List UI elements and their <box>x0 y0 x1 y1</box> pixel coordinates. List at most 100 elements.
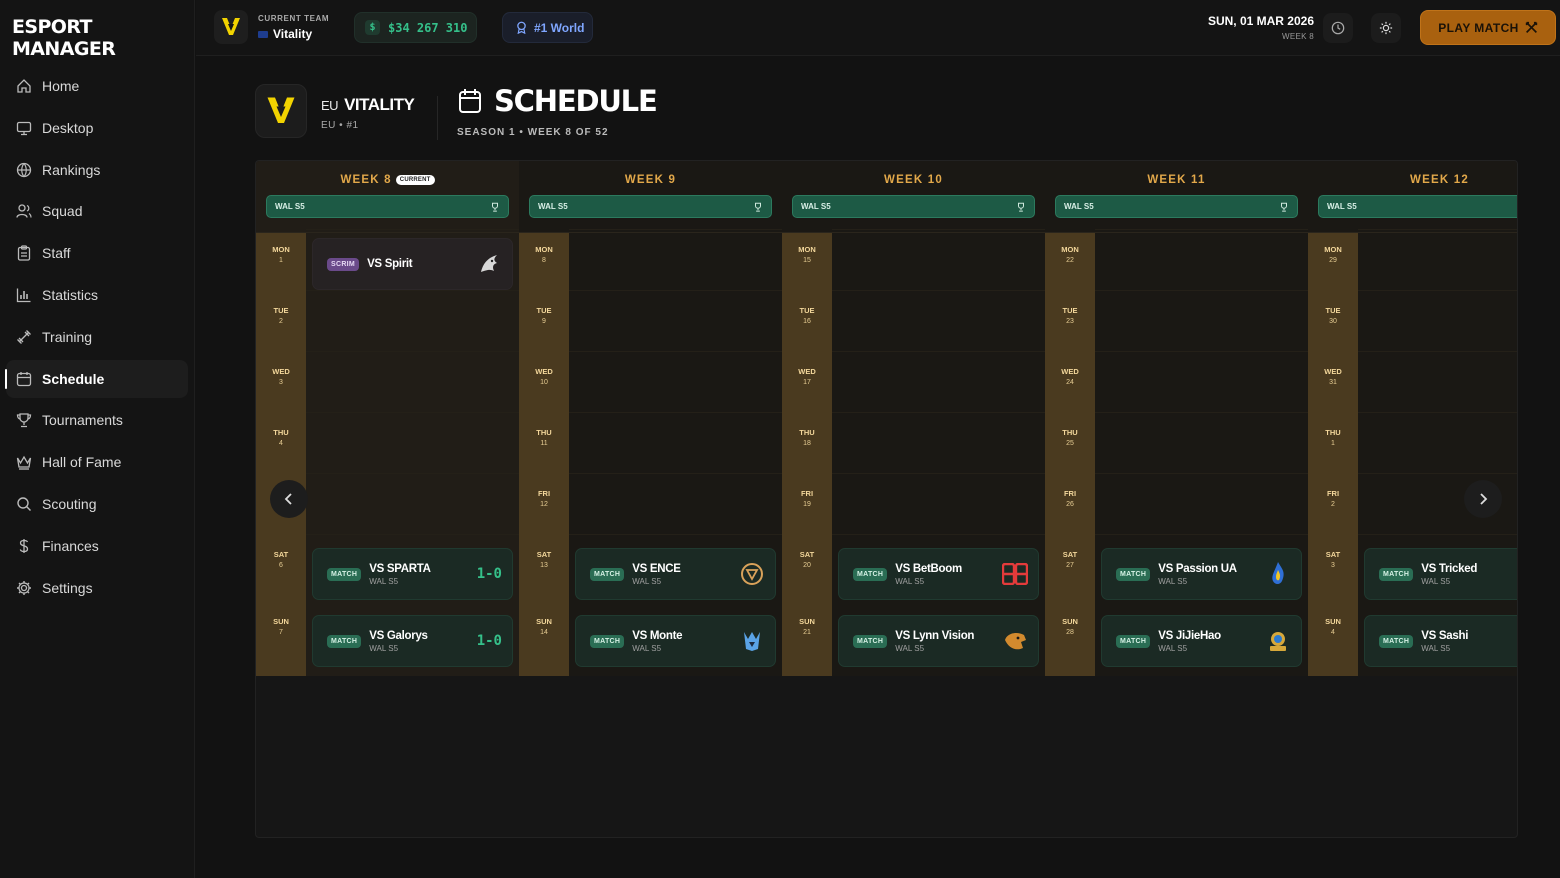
sidebar-item-schedule[interactable]: Schedule <box>5 359 188 398</box>
day-name: FRI <box>800 489 814 498</box>
day-label: THU 4 <box>256 428 306 447</box>
week-body[interactable]: MATCH VS BetBoom WAL S5 MATCH VS Lynn Vision… <box>832 229 1045 676</box>
sidebar-item-label: Home <box>42 78 80 94</box>
week-title-text: WEEK 10 <box>884 174 943 186</box>
sidebar-item-settings[interactable]: Settings <box>6 569 188 607</box>
day-number: 16 <box>803 318 811 325</box>
event-league: WAL S5 <box>1158 576 1188 586</box>
league-name: WAL S5 <box>801 202 831 211</box>
dumbbell-icon <box>16 329 32 345</box>
day-name: MON <box>272 245 290 254</box>
current-week-badge: CURRENT <box>395 174 435 185</box>
day-number: 30 <box>1329 318 1337 325</box>
match-event[interactable]: MATCH VS Tricked WAL S5 <box>1364 548 1517 600</box>
event-text: VS Galorys WAL S5 <box>369 630 476 653</box>
match-event[interactable]: MATCH VS ENCE WAL S5 <box>575 548 776 600</box>
theme-toggle-button[interactable] <box>1371 13 1401 43</box>
prev-weeks-button[interactable] <box>270 480 308 518</box>
app-logo[interactable]: ESPORT MANAGER <box>12 16 194 60</box>
week-body[interactable]: MATCH VS Tricked WAL S5 MATCH VS Sashi WAL S5 <box>1358 229 1517 676</box>
next-weeks-button[interactable] <box>1464 480 1502 518</box>
clock-button[interactable] <box>1323 13 1353 43</box>
sidebar-item-finances[interactable]: Finances <box>6 527 188 565</box>
current-week: WEEK 8 <box>1281 32 1314 41</box>
match-event[interactable]: MATCH VS SPARTA WAL S5 1-0 <box>312 548 513 600</box>
day-column: MON 8 TUE 9 WED 10 THU 11 FRI 12 SAT 13 SUN 14 <box>519 233 569 676</box>
scrim-event[interactable]: SCRIM VS Spirit <box>312 238 513 290</box>
page-title: SCHEDULE <box>494 84 658 118</box>
league-bar[interactable]: WAL S5 <box>266 195 509 218</box>
opponent-name: VS Sashi <box>1421 629 1469 642</box>
match-event[interactable]: MATCH VS Passion UA WAL S5 <box>1101 548 1302 600</box>
league-bar[interactable]: WAL S5 <box>529 195 772 218</box>
day-divider <box>306 229 519 230</box>
match-event[interactable]: MATCH VS JiJieHao WAL S5 <box>1101 615 1302 667</box>
day-divider <box>832 473 1045 474</box>
sidebar-item-label: Tournaments <box>42 412 123 429</box>
chevron-left-icon <box>284 493 292 505</box>
sidebar-item-hall-of-fame[interactable]: Hall of Fame <box>6 443 188 481</box>
match-event[interactable]: MATCH VS Galorys WAL S5 1-0 <box>312 615 513 667</box>
day-label: SAT 13 <box>519 550 569 569</box>
sidebar-item-desktop[interactable]: Desktop <box>6 109 188 147</box>
match-event[interactable]: MATCH VS Sashi WAL S5 <box>1364 615 1517 667</box>
week-header: WEEK 12 WAL S5 <box>1308 161 1517 233</box>
sidebar-item-label: Statistics <box>42 286 99 303</box>
current-team-name[interactable]: Vitality <box>258 27 312 41</box>
day-name: THU <box>1062 428 1078 437</box>
current-team-logo[interactable] <box>214 10 248 44</box>
week-column: WEEK 12 WAL S5 MON 29 TUE 30 WED 31 THU 1 FRI 2 SAT 3… <box>1308 161 1517 676</box>
match-event[interactable]: MATCH VS BetBoom WAL S5 <box>838 548 1039 600</box>
day-name: MON <box>798 245 816 254</box>
play-match-button[interactable]: PLAY MATCH <box>1420 10 1556 45</box>
sidebar-item-training[interactable]: Training <box>6 318 188 356</box>
match-event[interactable]: MATCH VS Lynn Vision WAL S5 <box>838 615 1039 667</box>
day-name: SUN <box>1325 617 1341 626</box>
week-body[interactable]: MATCH VS ENCE WAL S5 MATCH VS Monte WAL S5 <box>569 229 782 676</box>
day-number: 17 <box>803 379 811 386</box>
week-header: WEEK 8 CURRENT WAL S5 <box>256 161 519 233</box>
day-name: TUE <box>536 306 552 315</box>
day-label: TUE 9 <box>519 306 569 325</box>
sidebar-item-tournaments[interactable]: Tournaments <box>6 401 188 439</box>
league-name: WAL S5 <box>538 202 568 211</box>
sidebar-item-squad[interactable]: Squad <box>6 192 188 230</box>
day-divider <box>832 412 1045 413</box>
world-rank-badge[interactable]: #1 World <box>502 12 593 43</box>
week-body[interactable]: SCRIM VS Spirit MATCH VS SPARTA WAL S5 1-0 MAT… <box>306 229 519 676</box>
week-column: WEEK 9 WAL S5 MON 8 TUE 9 WED 10 THU 11 FRI 12 SAT 13… <box>519 161 782 676</box>
event-type-tag: MATCH <box>590 634 625 648</box>
league-bar[interactable]: WAL S5 <box>1318 195 1517 218</box>
match-event[interactable]: MATCH VS Monte WAL S5 <box>575 615 776 667</box>
week-title-text: WEEK 12 <box>1410 174 1469 186</box>
day-number: 9 <box>542 318 546 325</box>
day-name: SAT <box>536 550 552 559</box>
lynn-logo-icon <box>1002 628 1028 654</box>
sidebar-item-statistics[interactable]: Statistics <box>6 276 188 314</box>
balance-badge[interactable]: $ $34 267 310 <box>354 12 477 43</box>
sidebar-item-rankings[interactable]: Rankings <box>6 151 188 189</box>
day-number: 26 <box>1066 501 1074 508</box>
day-name: FRI <box>1326 489 1340 498</box>
sidebar-item-staff[interactable]: Staff <box>6 234 188 272</box>
league-bar[interactable]: WAL S5 <box>1055 195 1298 218</box>
day-divider <box>569 229 782 230</box>
day-name: TUE <box>273 306 289 315</box>
sidebar-item-scouting[interactable]: Scouting <box>6 485 188 523</box>
world-rank-value: #1 World <box>534 20 585 35</box>
day-number: 1 <box>279 257 283 264</box>
calendar-icon <box>16 371 32 387</box>
sidebar-item-home[interactable]: Home <box>6 67 188 105</box>
day-name: WED <box>535 367 553 376</box>
day-label: WED 24 <box>1045 367 1095 386</box>
league-bar[interactable]: WAL S5 <box>792 195 1035 218</box>
trophy-icon <box>16 412 32 428</box>
day-number: 28 <box>1066 629 1074 636</box>
event-league: WAL S5 <box>1421 643 1451 653</box>
week-body[interactable]: MATCH VS Passion UA WAL S5 MATCH VS JiJieHao… <box>1095 229 1308 676</box>
day-column: MON 22 TUE 23 WED 24 THU 25 FRI 26 SAT 27 SUN 28 <box>1045 233 1095 676</box>
event-text: VS Lynn Vision WAL S5 <box>895 630 1002 653</box>
event-type-tag: MATCH <box>327 634 362 648</box>
day-divider <box>569 290 782 291</box>
schedule-calendar[interactable]: WEEK 8CURRENTWAL S5MON1TUE2WED3THU4FRI5S… <box>255 160 1518 838</box>
